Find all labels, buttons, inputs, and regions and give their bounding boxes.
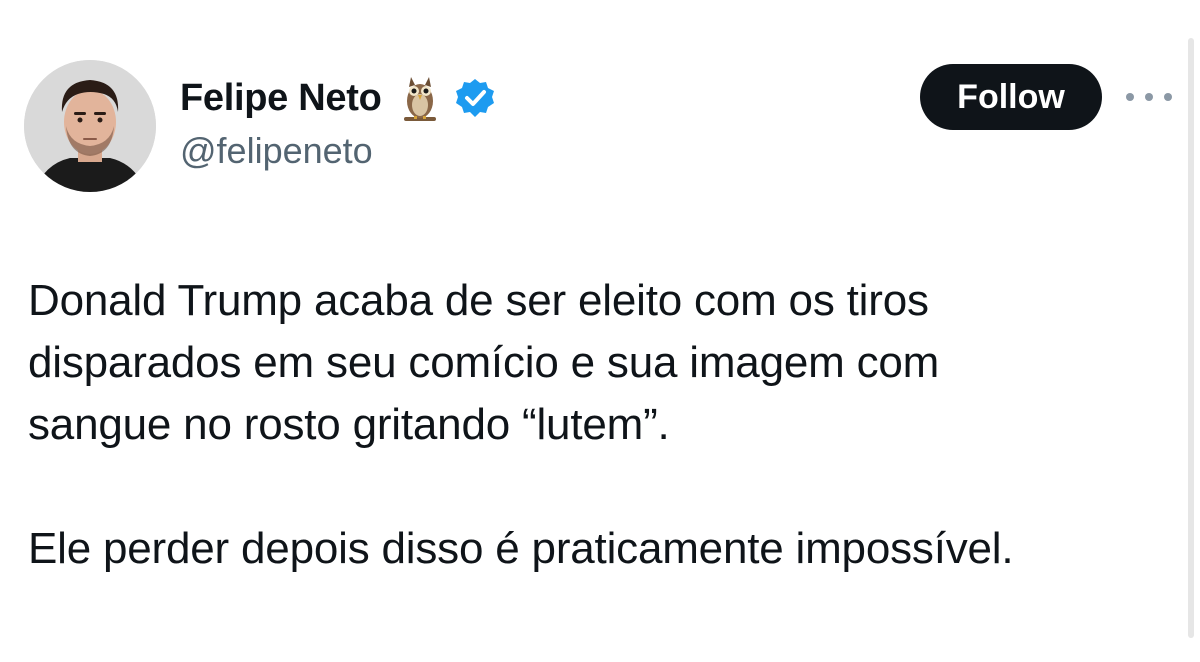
owl-icon [400,73,440,123]
tweet-text: Donald Trump acaba de ser eleito com os … [28,270,1158,580]
follow-button[interactable]: Follow [920,64,1102,130]
more-dot [1145,93,1153,101]
tweet-card: Felipe Neto @felipeneto Follow Donald Tr… [0,0,1200,662]
verified-badge-icon [454,77,496,119]
author-display-name[interactable]: Felipe Neto [180,77,382,120]
tweet-paragraph-2: Ele perder depois disso é praticamente i… [28,524,1014,573]
more-dots-icon[interactable] [1126,86,1172,108]
tweet-paragraph-1: Donald Trump acaba de ser eleito com os … [28,276,940,449]
scrollbar[interactable] [1188,38,1194,638]
avatar[interactable] [24,60,156,192]
author-name-row: Felipe Neto [180,72,496,124]
more-dot [1126,93,1134,101]
more-dot [1164,93,1172,101]
avatar-image [24,60,156,192]
author-handle[interactable]: @felipeneto [180,130,373,172]
